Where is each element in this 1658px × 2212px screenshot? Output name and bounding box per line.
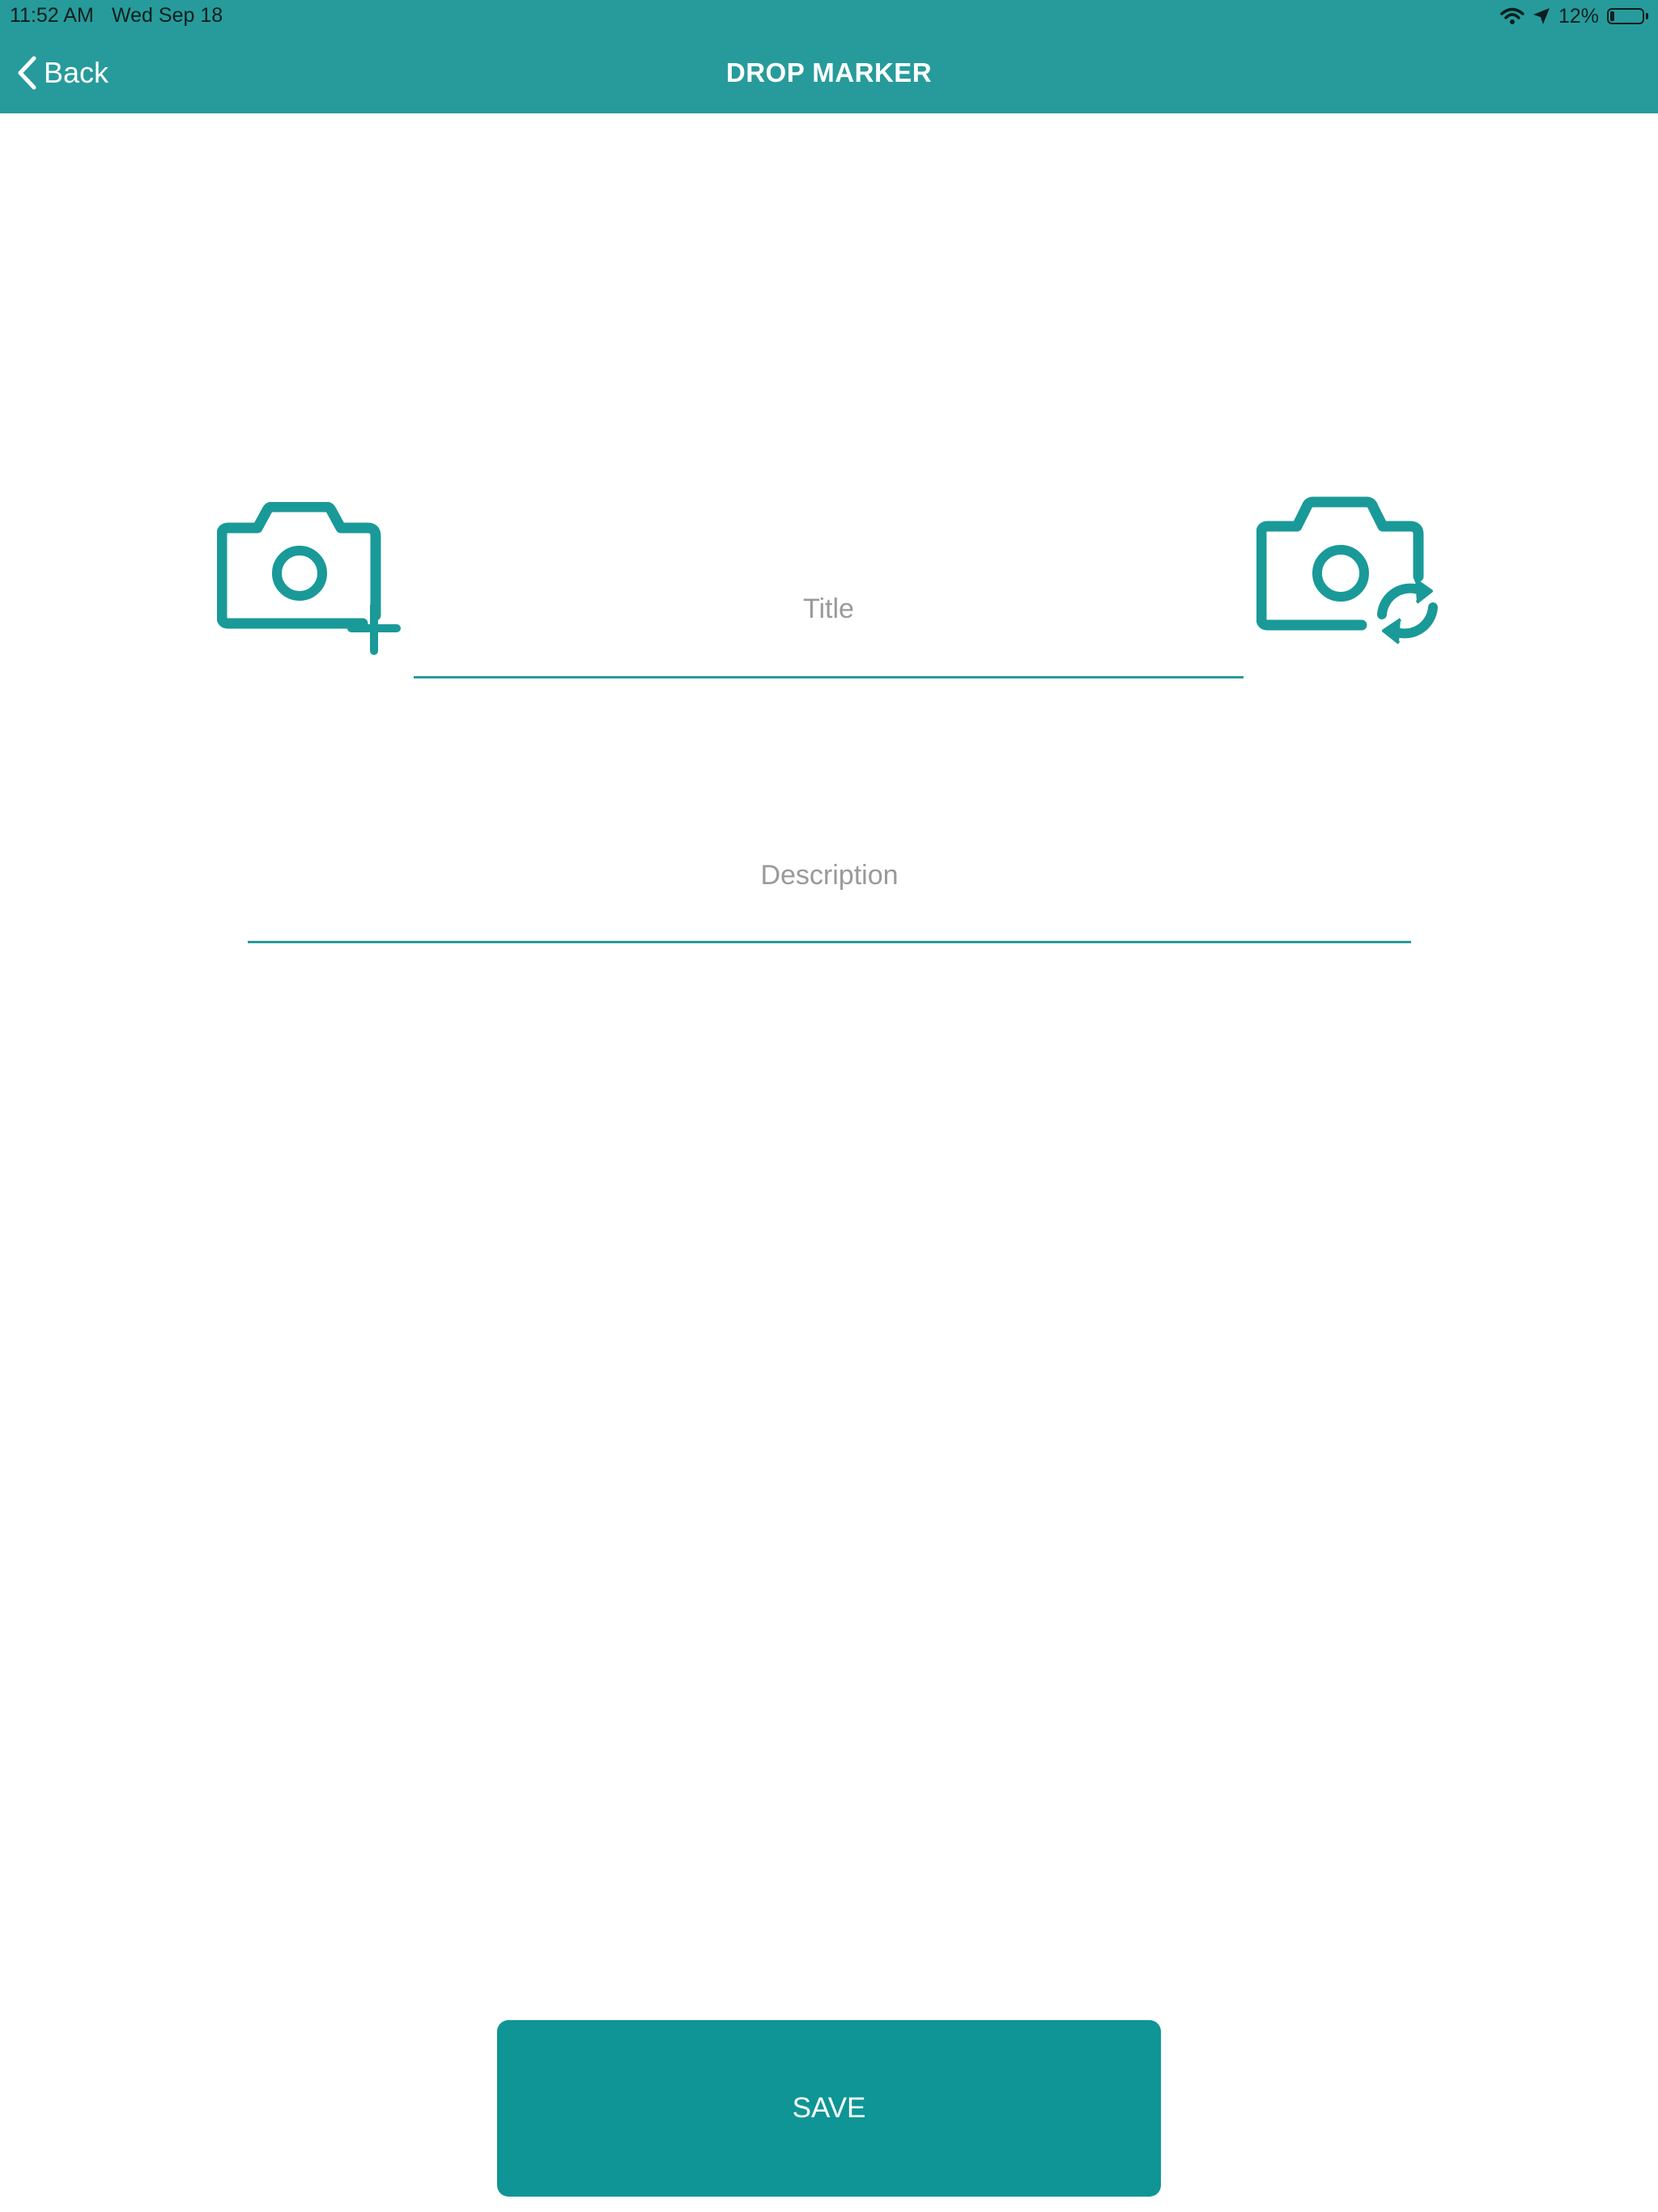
description-input[interactable] [248,810,1411,941]
save-button[interactable]: SAVE [497,2020,1161,2197]
battery-tip [1646,13,1648,19]
page-title: DROP MARKER [725,57,933,87]
status-bar: 11:52 AM Wed Sep 18 12% [0,0,1658,32]
back-button[interactable]: Back [16,50,108,96]
camera-plus-icon [216,501,401,655]
app-header: 11:52 AM Wed Sep 18 12% Back DROP MARKER [0,0,1658,113]
switch-camera-button[interactable] [1256,496,1444,657]
wifi-icon [1500,7,1524,24]
title-field[interactable] [414,542,1244,678]
battery-percent: 12% [1558,4,1599,28]
back-button-label: Back [44,56,109,89]
status-date: Wed Sep 18 [112,4,223,27]
battery-icon [1607,8,1644,24]
location-arrow-icon [1533,8,1550,24]
status-indicators: 12% [1492,2,1648,30]
camera-switch-icon [1256,496,1438,644]
chevron-left-icon [18,56,36,90]
title-input[interactable] [414,542,1244,676]
navigation-bar: Back DROP MARKER [0,32,1658,113]
battery-level [1610,11,1614,21]
add-photo-button[interactable] [216,501,403,656]
status-time: 11:52 AM [10,4,94,27]
description-field[interactable] [248,810,1411,943]
